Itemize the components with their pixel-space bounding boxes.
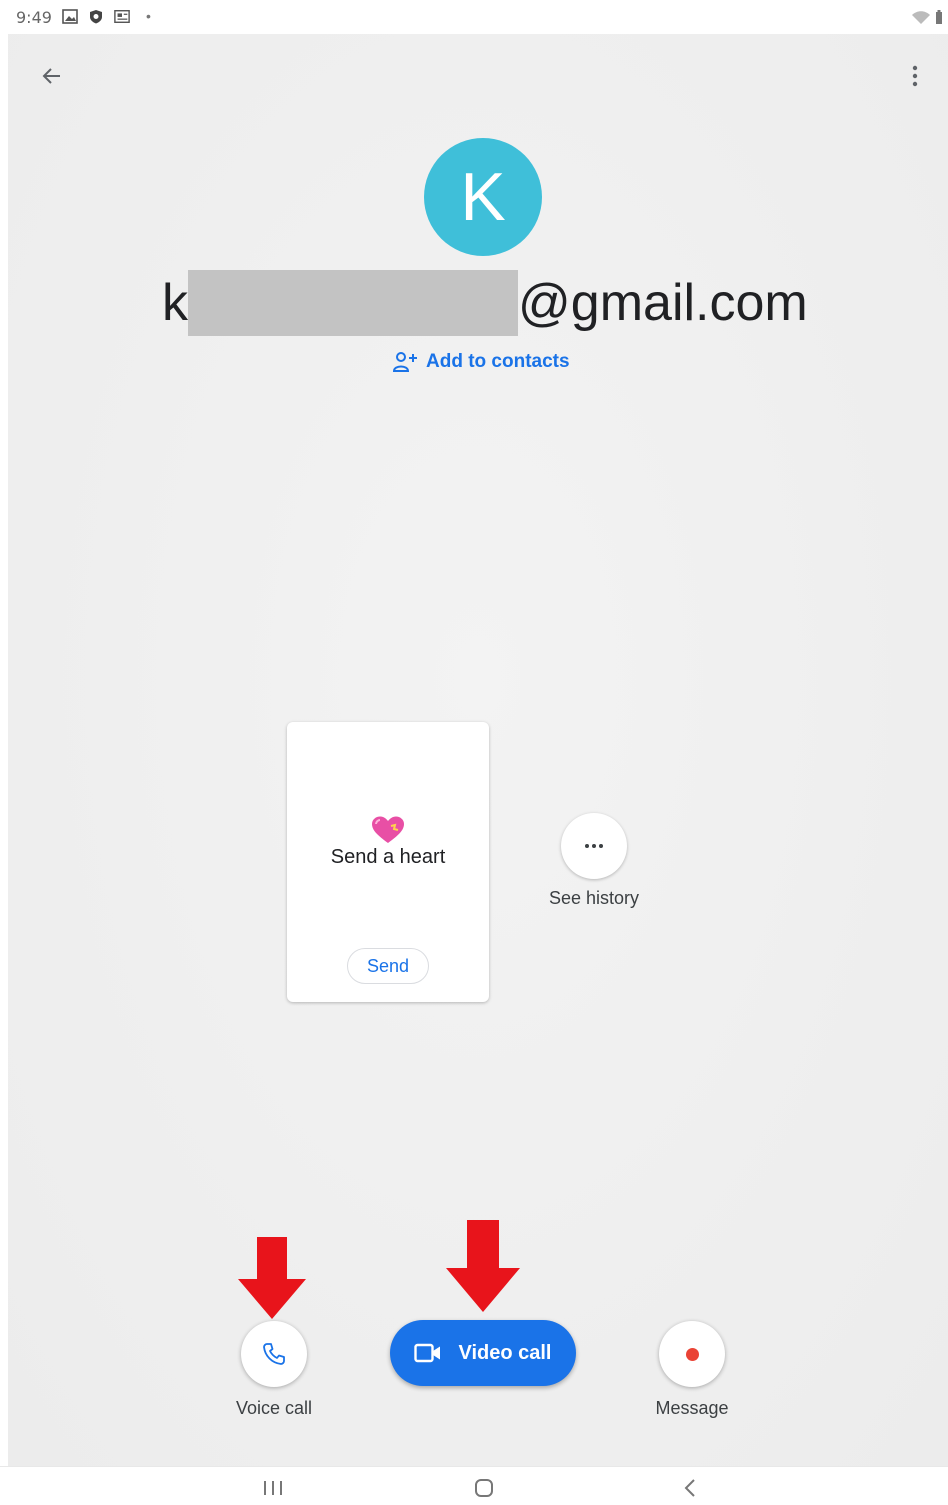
recent-apps-icon[interactable] xyxy=(262,1479,284,1497)
email-redaction xyxy=(188,270,518,336)
add-to-contacts-label: Add to contacts xyxy=(426,351,570,372)
back-button[interactable] xyxy=(36,60,68,92)
see-history-button[interactable] xyxy=(561,813,627,879)
red-arrow-down-icon xyxy=(238,1237,306,1319)
message-button[interactable] xyxy=(659,1321,725,1387)
back-icon[interactable] xyxy=(683,1478,697,1498)
more-horiz-icon xyxy=(585,844,603,848)
overflow-menu-button[interactable] xyxy=(900,60,930,92)
send-heart-label: Send a heart xyxy=(330,846,446,868)
contact-screen: K k @gmail.com Add to contacts Send a he… xyxy=(8,34,948,1466)
news-icon xyxy=(114,10,130,23)
message-label: Message xyxy=(655,1398,729,1418)
video-call-label: Video call xyxy=(458,1341,552,1364)
add-to-contacts-link[interactable]: Add to contacts xyxy=(392,348,570,376)
contact-email: k @gmail.com xyxy=(162,270,808,336)
add-person-icon xyxy=(392,352,417,372)
phone-icon xyxy=(263,1343,285,1365)
wifi-battery-icon xyxy=(912,10,942,24)
status-time: 9:49 xyxy=(16,8,52,27)
email-suffix: @gmail.com xyxy=(518,274,808,332)
gallery-icon xyxy=(62,9,78,24)
voice-call-button[interactable] xyxy=(241,1321,307,1387)
shield-icon xyxy=(90,10,102,24)
record-dot-icon xyxy=(685,1347,699,1361)
home-icon[interactable] xyxy=(474,1478,494,1498)
arrow-left-icon xyxy=(42,68,60,84)
send-heart-button[interactable]: Send xyxy=(347,948,429,984)
system-nav-bar xyxy=(0,1466,948,1505)
voice-call-label: Voice call xyxy=(235,1398,313,1418)
see-history-label: See history xyxy=(548,888,640,908)
more-vert-icon xyxy=(912,65,918,87)
heart-icon xyxy=(372,816,404,843)
video-camera-icon xyxy=(414,1343,441,1363)
email-prefix: k xyxy=(162,274,188,332)
send-heart-card: Send a heart Send xyxy=(287,722,489,1002)
notification-dot: • xyxy=(146,8,151,24)
red-arrow-down-icon xyxy=(446,1220,520,1312)
status-bar: 9:49 • xyxy=(0,0,948,34)
avatar: K xyxy=(424,138,542,256)
video-call-button[interactable]: Video call xyxy=(390,1320,576,1386)
